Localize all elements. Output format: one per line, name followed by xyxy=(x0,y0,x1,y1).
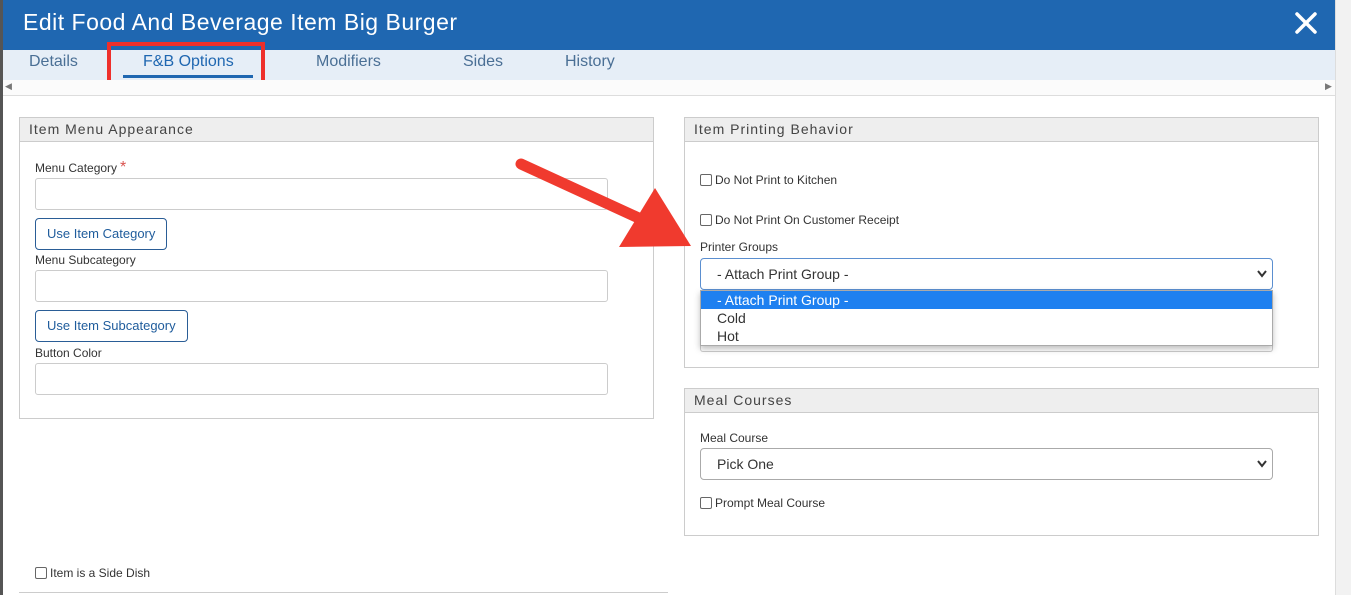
menu-category-label-text: Menu Category xyxy=(35,161,118,175)
panel-heading: Meal Courses xyxy=(685,389,1318,413)
tab-details[interactable]: Details xyxy=(29,53,78,71)
checkbox-box[interactable] xyxy=(700,214,712,226)
printer-groups-label: Printer Groups xyxy=(700,240,779,254)
meal-course-select[interactable]: Pick One xyxy=(700,448,1273,480)
meal-course-selected-value: Pick One xyxy=(717,456,774,472)
side-dish-label: Item is a Side Dish xyxy=(50,566,151,580)
printer-groups-select[interactable]: - Attach Print Group - xyxy=(700,258,1273,290)
annotation-arrow xyxy=(515,158,691,247)
checkbox-box[interactable] xyxy=(700,497,712,509)
button-color-label: Button Color xyxy=(35,346,102,360)
menu-subcategory-label: Menu Subcategory xyxy=(35,253,136,267)
menu-category-label: Menu Category * xyxy=(35,159,126,177)
no-print-kitchen-label: Do Not Print to Kitchen xyxy=(715,173,838,187)
checkbox-box[interactable] xyxy=(35,567,47,579)
tab-sides[interactable]: Sides xyxy=(463,53,503,71)
tab-history[interactable]: History xyxy=(565,53,615,71)
use-item-subcategory-button[interactable]: Use Item Subcategory xyxy=(35,310,188,342)
option-cold[interactable]: Cold xyxy=(701,309,1272,327)
prompt-meal-course-checkbox[interactable]: Prompt Meal Course xyxy=(700,496,825,510)
scroll-left-icon[interactable]: ◀ xyxy=(5,81,12,92)
meal-course-label: Meal Course xyxy=(700,431,769,445)
required-marker: * xyxy=(120,159,127,176)
tab-modifiers[interactable]: Modifiers xyxy=(316,53,381,71)
use-item-category-button[interactable]: Use Item Category xyxy=(35,218,168,250)
horizontal-scrollbar[interactable]: ◀ ▶ xyxy=(3,80,1335,96)
option-hot[interactable]: Hot xyxy=(701,327,1272,345)
prompt-meal-course-label: Prompt Meal Course xyxy=(715,496,826,510)
edit-item-dialog: Edit Food And Beverage Item Big Burger D… xyxy=(0,0,1351,595)
button-color-input[interactable] xyxy=(35,363,608,395)
panel-heading: Item Printing Behavior xyxy=(685,118,1318,142)
vertical-scrollbar[interactable] xyxy=(1335,0,1351,595)
option-attach-print-group[interactable]: - Attach Print Group - xyxy=(701,291,1272,309)
printer-groups-selected-value: - Attach Print Group - xyxy=(717,266,849,282)
panel-heading: Item Menu Appearance xyxy=(20,118,653,142)
scroll-right-icon[interactable]: ▶ xyxy=(1325,81,1332,92)
no-print-kitchen-checkbox[interactable]: Do Not Print to Kitchen xyxy=(700,173,837,187)
close-icon[interactable] xyxy=(1288,6,1324,42)
no-print-receipt-checkbox[interactable]: Do Not Print On Customer Receipt xyxy=(700,213,899,227)
dialog-title: Edit Food And Beverage Item Big Burger xyxy=(23,9,458,35)
chevron-down-icon xyxy=(1256,259,1268,289)
checkbox-box[interactable] xyxy=(700,174,712,186)
no-print-receipt-label: Do Not Print On Customer Receipt xyxy=(715,213,900,227)
chevron-down-icon xyxy=(1256,449,1268,479)
side-dish-checkbox[interactable]: Item is a Side Dish xyxy=(35,566,150,580)
menu-subcategory-input[interactable] xyxy=(35,270,608,302)
printer-groups-dropdown[interactable]: - Attach Print Group - Cold Hot xyxy=(700,290,1273,346)
